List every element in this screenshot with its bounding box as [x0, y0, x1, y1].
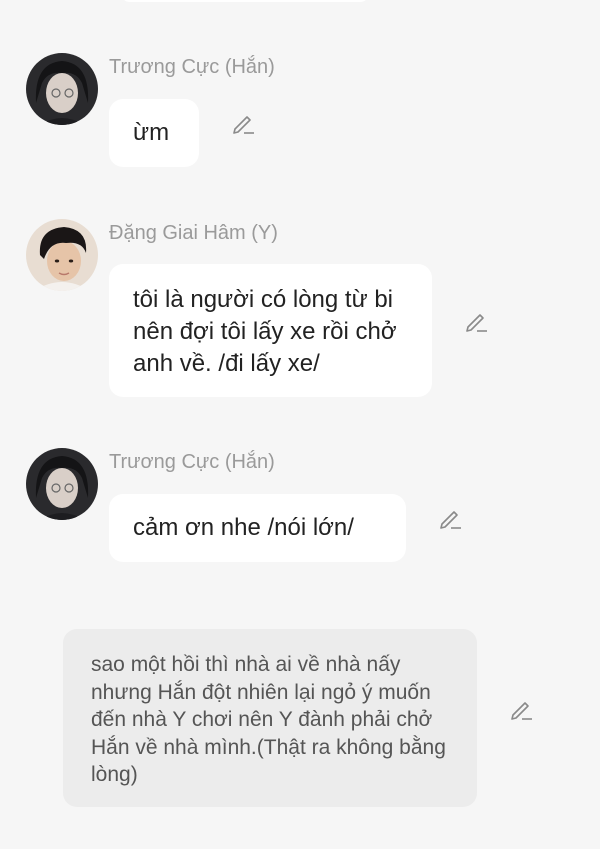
avatar-image	[26, 448, 98, 520]
sender-name: Trương Cực (Hắn)	[109, 451, 275, 473]
sender-name: Trương Cực (Hắn)	[109, 56, 275, 78]
edit-icon[interactable]	[463, 309, 489, 335]
edit-icon[interactable]	[508, 697, 534, 723]
previous-message-bubble-edge	[120, 0, 370, 2]
avatar[interactable]	[26, 53, 98, 125]
sender-name: Đặng Giai Hâm (Y)	[109, 222, 278, 244]
edit-icon[interactable]	[230, 111, 256, 137]
message-bubble[interactable]: tôi là người có lòng từ bi nên đợi tôi l…	[109, 264, 432, 397]
message-text: tôi là người có lòng từ bi nên đợi tôi l…	[133, 286, 397, 377]
message-bubble[interactable]: ừm	[109, 99, 199, 167]
avatar[interactable]	[26, 448, 98, 520]
narration-text: sao một hồi thì nhà ai về nhà nấy nhưng …	[91, 653, 446, 786]
message-text: ừm	[133, 119, 170, 146]
message-bubble[interactable]: cảm ơn nhe /nói lớn/	[109, 494, 406, 562]
message-text: cảm ơn nhe /nói lớn/	[133, 514, 354, 541]
edit-icon[interactable]	[437, 506, 463, 532]
narration-bubble[interactable]: sao một hồi thì nhà ai về nhà nấy nhưng …	[63, 629, 477, 807]
avatar-image	[26, 53, 98, 125]
avatar[interactable]	[26, 219, 98, 291]
avatar-image	[26, 219, 98, 291]
